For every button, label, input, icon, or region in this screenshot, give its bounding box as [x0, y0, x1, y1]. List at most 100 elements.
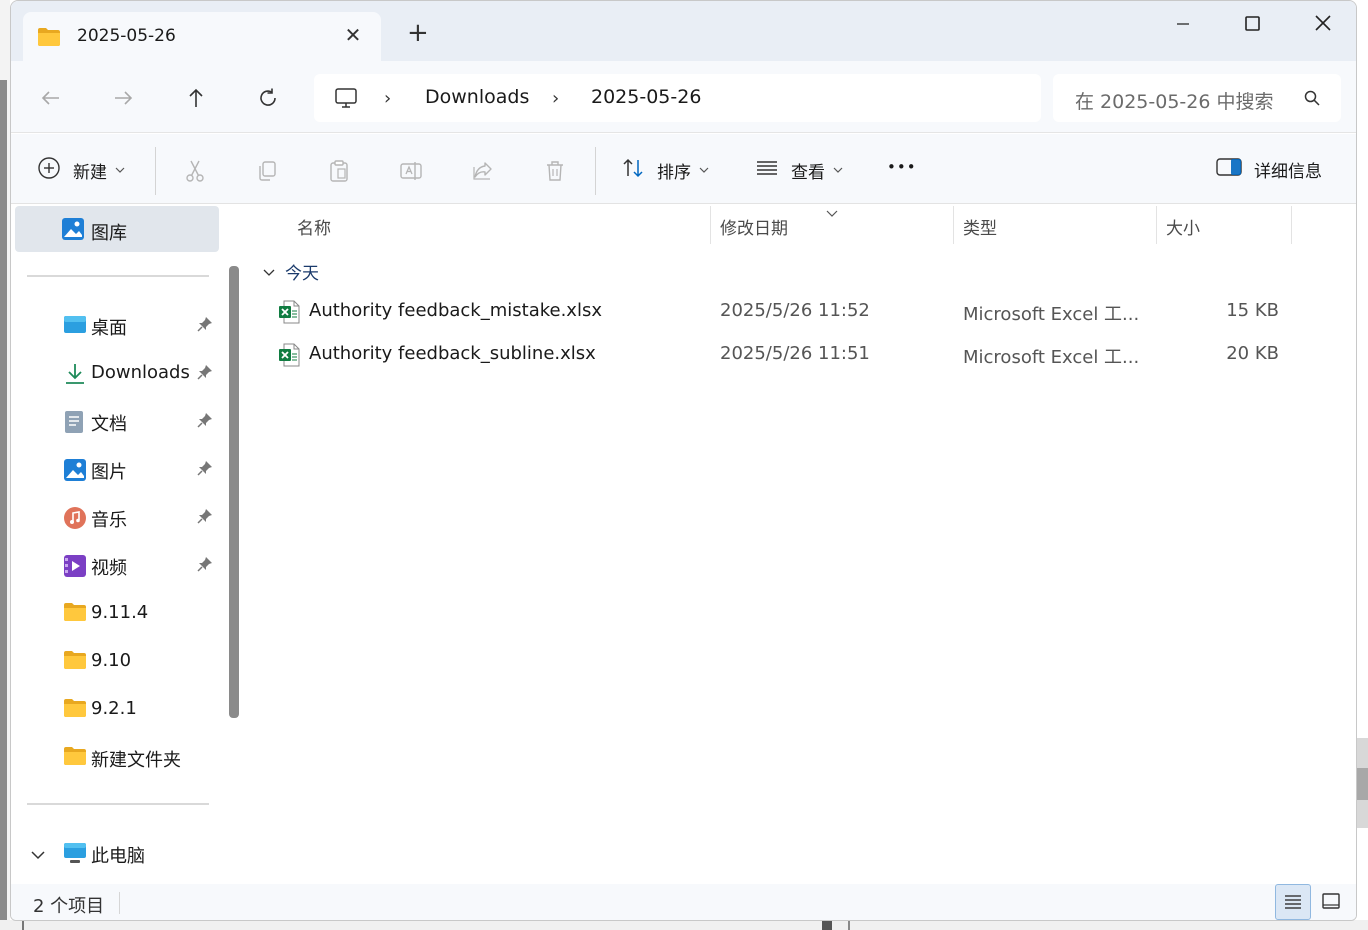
sidebar-item-label: 文档 [91, 414, 127, 435]
sidebar-item-documents[interactable]: 文档 [11, 401, 231, 441]
tab-current-folder[interactable]: 2025-05-26 ✕ [23, 12, 381, 61]
file-row[interactable]: Authority feedback_mistake.xlsx 2025/5/2… [247, 290, 1356, 332]
sidebar-item-this-pc[interactable]: 此电脑 [11, 833, 231, 873]
sidebar-item-label: 视频 [91, 558, 127, 579]
plus-circle-icon [37, 156, 61, 185]
chevron-down-icon[interactable] [31, 845, 45, 864]
search-input[interactable]: 在 2025-05-26 中搜索 [1053, 74, 1341, 122]
more-options-button[interactable]: ••• [887, 158, 917, 176]
title-bar: 2025-05-26 ✕ + [11, 1, 1356, 61]
column-header-size[interactable]: 大小 [1166, 214, 1200, 239]
chevron-right-icon[interactable]: › [552, 88, 559, 109]
sidebar-item-label: 桌面 [91, 318, 127, 339]
details-button-label: 详细信息 [1254, 162, 1322, 182]
sidebar-item-folder-9-2-1[interactable]: 9.2.1 [11, 689, 231, 729]
cut-icon[interactable] [183, 159, 207, 187]
music-icon [63, 506, 86, 529]
pin-icon[interactable] [197, 364, 213, 384]
toolbar-divider [595, 147, 596, 195]
back-arrow-icon[interactable] [39, 86, 63, 110]
new-button[interactable]: 新建 [37, 156, 125, 185]
maximize-button[interactable] [1233, 9, 1273, 39]
column-separator[interactable] [953, 206, 954, 244]
sidebar-item-pictures[interactable]: 图片 [11, 449, 231, 489]
file-size: 15 KB [1226, 300, 1279, 321]
column-separator[interactable] [710, 206, 711, 244]
computer-icon [63, 842, 86, 864]
group-header-today[interactable]: 今天 [263, 259, 319, 284]
view-button[interactable]: 查看 [755, 156, 843, 185]
details-pane-icon [1216, 156, 1242, 183]
details-view-button[interactable] [1275, 884, 1311, 920]
pin-icon[interactable] [197, 556, 213, 576]
gallery-icon [61, 217, 85, 245]
file-explorer-window: 2025-05-26 ✕ + › Downloads › 2025-05-26 … [10, 0, 1357, 921]
delete-icon[interactable] [543, 159, 567, 187]
forward-arrow-icon[interactable] [111, 86, 135, 110]
search-icon[interactable] [1303, 89, 1321, 111]
sidebar-item-folder-9-11-4[interactable]: 9.11.4 [11, 593, 231, 633]
computer-icon[interactable] [334, 86, 358, 114]
sidebar-scrollbar[interactable] [229, 266, 239, 718]
details-pane-button[interactable]: 详细信息 [1216, 156, 1322, 183]
file-type: Microsoft Excel 工... [963, 347, 1140, 368]
file-date: 2025/5/26 11:52 [720, 300, 870, 321]
excel-file-icon [278, 343, 300, 371]
search-placeholder: 在 2025-05-26 中搜索 [1075, 91, 1274, 113]
folder-icon [63, 698, 86, 720]
new-tab-button[interactable]: + [407, 20, 429, 46]
address-bar[interactable]: › Downloads › 2025-05-26 [314, 74, 1041, 122]
copy-icon[interactable] [255, 159, 279, 187]
new-button-label: 新建 [73, 163, 107, 183]
tab-title: 2025-05-26 [77, 26, 176, 46]
sidebar-item-label: 9.10 [91, 650, 132, 671]
column-header-name[interactable]: 名称 [297, 214, 331, 239]
sidebar-item-label: 9.11.4 [91, 602, 149, 623]
group-label: 今天 [285, 264, 319, 284]
breadcrumb-downloads[interactable]: Downloads [425, 86, 529, 108]
large-icons-view-button[interactable] [1313, 884, 1349, 920]
background-scrollbar-thumb-right [1357, 768, 1368, 800]
sidebar-divider [27, 275, 209, 277]
command-bar: 新建 排序 查看 ••• 详细信息 [11, 134, 1356, 204]
sidebar-item-label: Downloads [91, 362, 190, 383]
up-arrow-icon[interactable] [184, 86, 208, 110]
sidebar-item-label: 新建文件夹 [91, 750, 181, 771]
chevron-down-icon [833, 165, 843, 176]
file-date: 2025/5/26 11:51 [720, 343, 870, 364]
sidebar-item-videos[interactable]: 视频 [11, 545, 231, 585]
pin-icon[interactable] [197, 412, 213, 432]
toolbar-divider [155, 147, 156, 195]
tab-close-icon[interactable]: ✕ [341, 23, 365, 47]
download-icon [63, 362, 85, 384]
column-separator[interactable] [1291, 206, 1292, 244]
details-view-icon [1285, 895, 1301, 909]
navigation-pane: 图库 桌面 Downloads 文档 图片 音乐 视频 9.11.4 9.10 … [11, 204, 247, 884]
pin-icon[interactable] [197, 508, 213, 528]
file-row[interactable]: Authority feedback_subline.xlsx 2025/5/2… [247, 333, 1356, 375]
chevron-right-icon[interactable]: › [384, 88, 391, 109]
sidebar-item-music[interactable]: 音乐 [11, 497, 231, 537]
refresh-icon[interactable] [256, 86, 280, 110]
paste-icon[interactable] [327, 159, 351, 187]
sidebar-item-downloads[interactable]: Downloads [11, 353, 231, 393]
column-header-date[interactable]: 修改日期 [720, 214, 788, 239]
column-separator[interactable] [1156, 206, 1157, 244]
breadcrumb-current-folder[interactable]: 2025-05-26 [591, 86, 701, 108]
file-list: 名称 修改日期 类型 大小 今天 Authority feedback_mist… [247, 204, 1356, 884]
sidebar-item-folder-9-10[interactable]: 9.10 [11, 641, 231, 681]
column-header-type[interactable]: 类型 [963, 214, 997, 239]
file-name: Authority feedback_subline.xlsx [309, 343, 596, 364]
sidebar-item-new-folder[interactable]: 新建文件夹 [11, 737, 231, 777]
chevron-down-icon[interactable] [263, 262, 275, 282]
chevron-down-icon [699, 165, 709, 176]
sidebar-item-desktop[interactable]: 桌面 [11, 305, 231, 345]
sort-button[interactable]: 排序 [621, 156, 709, 185]
pin-icon[interactable] [197, 460, 213, 480]
share-icon[interactable] [471, 159, 495, 187]
pin-icon[interactable] [197, 316, 213, 336]
close-window-button[interactable] [1303, 9, 1343, 39]
rename-icon[interactable] [399, 159, 423, 187]
sidebar-item-gallery[interactable]: 图库 [15, 206, 219, 252]
minimize-button[interactable] [1163, 9, 1203, 39]
